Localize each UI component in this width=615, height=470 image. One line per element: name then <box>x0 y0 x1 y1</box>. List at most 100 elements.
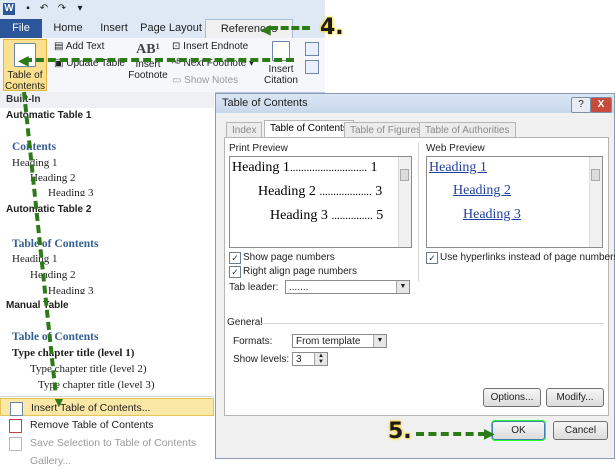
web-preview-scrollbar[interactable] <box>589 157 602 247</box>
remove-toc-label: Remove Table of Contents <box>30 419 154 431</box>
gallery-section-header: Built-In <box>0 92 214 108</box>
ribbon: W ▪ ↶ ↷ ▾ File Home Insert Page Layout R… <box>0 0 325 93</box>
scroll-thumb[interactable] <box>591 169 600 181</box>
add-text-icon: ▤ <box>54 41 66 52</box>
undo-icon[interactable]: ↶ <box>38 3 50 15</box>
save-selection-menu-item[interactable]: Save Selection to Table of Contents Gall… <box>0 434 214 467</box>
save-selection-label: Save Selection to Table of Contents Gall… <box>30 437 197 467</box>
arrow-right-icon: ▶ <box>484 425 495 441</box>
right-align-label: Right align page numbers <box>243 266 357 277</box>
tab-index[interactable]: Index <box>226 122 263 138</box>
chevron-down-icon: ▼ <box>373 335 386 347</box>
gallery-preview-heading: Heading 1 <box>12 157 58 169</box>
scroll-thumb[interactable] <box>400 169 409 181</box>
print-preview-scrollbar[interactable] <box>398 157 411 247</box>
gallery-preview-heading: Heading 3 <box>48 187 94 196</box>
remove-toc-icon <box>9 419 22 433</box>
web-preview-link[interactable]: Heading 2 <box>453 183 511 199</box>
gallery-item-label: Manual Table <box>6 300 69 311</box>
preview-divider <box>418 143 419 281</box>
use-hyperlinks-checkbox[interactable]: ✓ <box>426 252 438 264</box>
insert-endnote-icon: ⊡ <box>172 41 184 52</box>
tab-leader-value: ....... <box>289 282 309 293</box>
toc-dialog: Table of Contents ? X Index Table of Con… <box>215 93 615 459</box>
style-icon[interactable] <box>305 60 319 74</box>
show-levels-value: 3 <box>296 354 302 365</box>
show-page-numbers-label: Show page numbers <box>243 252 335 263</box>
tab-table-of-figures[interactable]: Table of Figures <box>344 122 428 138</box>
tab-file[interactable]: File <box>0 19 42 38</box>
web-preview-label: Web Preview <box>426 143 485 154</box>
table-of-contents-label: Table of Contents <box>4 70 46 92</box>
dialog-title: Table of Contents <box>222 97 308 109</box>
gallery-preview-title: Contents <box>12 141 57 153</box>
tab-insert[interactable]: Insert <box>94 19 134 38</box>
chevron-down-icon: ▼ <box>396 281 409 293</box>
gallery-item-label: Automatic Table 1 <box>6 110 92 121</box>
annotation-step4: 4. <box>320 15 344 40</box>
tab-table-of-contents[interactable]: Table of Contents <box>264 120 354 138</box>
tab-leader-select[interactable]: ....... ▼ <box>285 280 410 294</box>
arrow-down-icon: ▼ <box>52 394 66 410</box>
help-button[interactable]: ? <box>571 97 591 113</box>
ok-button[interactable]: OK <box>492 421 545 440</box>
annotation-arrow-step4-tail <box>270 26 310 38</box>
gallery-preview-heading: Type chapter title (level 2) <box>30 363 147 375</box>
redo-icon[interactable]: ↷ <box>56 3 68 15</box>
formats-value: From template <box>296 336 361 347</box>
right-align-checkbox[interactable]: ✓ <box>229 266 241 278</box>
options-button[interactable]: Options... <box>483 388 541 407</box>
annotation-arrow-step5 <box>416 432 486 436</box>
save-selection-icon <box>9 437 22 451</box>
gallery-item-automatic-table-2[interactable]: Automatic Table 2 Table of Contents Head… <box>0 202 214 302</box>
show-page-numbers-checkbox[interactable]: ✓ <box>229 252 241 264</box>
use-hyperlinks-label: Use hyperlinks instead of page numbers <box>440 252 615 263</box>
print-preview-label: Print Preview <box>229 143 288 154</box>
web-preview-box: Heading 1 Heading 2 Heading 3 <box>426 156 603 248</box>
tab-leader-label: Tab leader: <box>229 282 279 293</box>
spin-arrows-icon[interactable]: ▲ ▼ <box>314 353 327 365</box>
close-button[interactable]: X <box>590 97 612 113</box>
insert-toc-label: Insert Table of Contents... <box>31 402 151 414</box>
toc-gallery: Built-In Automatic Table 1 Contents Head… <box>0 92 216 467</box>
general-separator <box>261 323 604 324</box>
gallery-item-manual-table[interactable]: Manual Table Table of Contents Type chap… <box>0 298 214 396</box>
references-groups: Table of Contents ▤ Add Text ▣ Update Ta… <box>0 38 325 92</box>
tab-home[interactable]: Home <box>48 19 88 38</box>
save-icon[interactable]: ▪ <box>22 3 34 15</box>
gallery-preview-heading: Type chapter title (level 1) <box>12 347 135 359</box>
insert-citation-button[interactable]: Insert Citation <box>262 41 300 86</box>
annotation-step5: 5. <box>388 419 412 444</box>
formats-select[interactable]: From template ▼ <box>292 334 387 348</box>
insert-citation-label: Insert Citation <box>264 64 298 86</box>
tab-page-layout[interactable]: Page Layout <box>140 19 202 38</box>
show-notes-button[interactable]: ▭ Show Notes <box>172 75 238 86</box>
quick-access-toolbar: W ▪ ↶ ↷ ▾ <box>0 0 325 19</box>
show-levels-stepper[interactable]: 3 ▲ ▼ <box>292 352 328 366</box>
insert-endnote-label: Insert Endnote <box>183 41 249 52</box>
dialog-title-bar: Table of Contents ? X <box>216 94 614 113</box>
manage-sources-icon[interactable] <box>305 42 319 56</box>
word-logo-icon: W <box>3 3 15 15</box>
remove-toc-menu-item[interactable]: Remove Table of Contents <box>0 416 214 434</box>
annotation-arrow-step4 <box>24 58 294 62</box>
tab-table-of-authorities[interactable]: Table of Authorities <box>419 122 516 138</box>
add-text-button[interactable]: ▤ Add Text <box>54 41 104 52</box>
general-label: General <box>227 317 263 328</box>
insert-footnote-label: Insert Footnote <box>128 59 168 81</box>
modify-button[interactable]: Modify... <box>546 388 604 407</box>
web-preview-link[interactable]: Heading 1 <box>429 160 487 176</box>
cancel-button[interactable]: Cancel <box>553 421 608 440</box>
gallery-preview-heading: Heading 2 <box>30 269 76 281</box>
show-notes-label: Show Notes <box>184 75 239 86</box>
gallery-item-label: Automatic Table 2 <box>6 204 92 215</box>
formats-label: Formats: <box>233 336 273 347</box>
footnote-icon: AB¹ <box>136 42 160 57</box>
insert-endnote-button[interactable]: ⊡ Insert Endnote <box>172 41 248 52</box>
gallery-preview-title: Table of Contents <box>12 331 99 343</box>
add-text-label: Add Text <box>65 41 105 52</box>
show-levels-label: Show levels: <box>233 354 290 365</box>
web-preview-link[interactable]: Heading 3 <box>463 207 521 223</box>
customize-qat-icon[interactable]: ▾ <box>74 3 86 15</box>
insert-toc-menu-item[interactable]: Insert Table of Contents... <box>0 398 214 416</box>
